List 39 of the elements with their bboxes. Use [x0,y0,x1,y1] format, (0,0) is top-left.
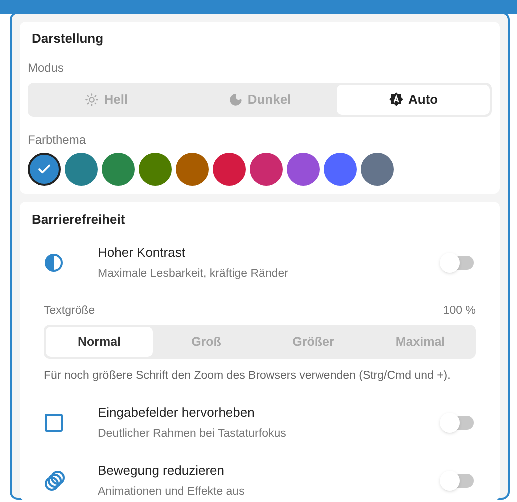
text-size-tab[interactable]: Maximal [367,327,474,357]
text-size-tab[interactable]: Normal [46,327,153,357]
field-label: Farbthema [28,132,88,148]
field-label: Textgröße [44,304,96,319]
sun-icon [85,92,100,106]
setting-description: Maximale Lesbarkeit, kräftige Ränder [98,266,290,282]
mode-tab[interactable]: Hell [30,84,184,114]
color-swatch[interactable] [65,152,98,186]
section-title: Darstellung [32,30,105,48]
text-size-tab[interactable]: Groß [153,327,260,357]
moon-icon [228,92,243,106]
setting-title: Bewegung reduzieren [98,462,226,480]
toggle-switch[interactable] [440,413,474,434]
color-swatch[interactable] [102,152,135,186]
rings-icon [44,470,66,492]
color-swatch[interactable] [361,152,394,186]
square-icon [44,413,64,434]
mode-tab[interactable]: Auto [336,84,490,114]
hint-text: Für noch größere Schrift den Zoom des Browsers verwenden (Strg/Cmd und +). [44,369,452,384]
setting-title: Eingabefelder hervorheben [98,404,256,422]
auto-mode-icon [388,92,404,107]
color-swatch[interactable] [287,152,320,186]
text-size-tab[interactable]: Größer [260,327,367,357]
setting-description: Deutlicher Rahmen bei Tastaturfokus [98,426,288,442]
color-swatch[interactable] [139,152,172,186]
toggle-switch[interactable] [440,470,474,491]
setting-description: Animationen und Effekte aus [98,484,246,500]
toggle-switch[interactable] [440,252,474,273]
setting-title: Hoher Kontrast [98,244,186,262]
color-swatch[interactable] [28,152,61,186]
section-title: Barrierefreiheit [32,210,126,228]
color-swatch[interactable] [250,152,283,186]
color-swatch[interactable] [176,152,209,186]
mode-tab[interactable]: Dunkel [183,84,337,114]
field-label: Modus [28,60,66,76]
contrast-icon [44,252,64,273]
color-swatch[interactable] [213,152,246,186]
text-size-value: 100 % [443,304,476,319]
color-swatch[interactable] [324,152,357,186]
